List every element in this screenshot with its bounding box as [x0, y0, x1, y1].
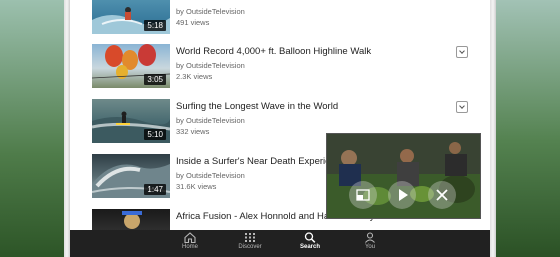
- duration-badge: 3:05: [144, 74, 166, 85]
- video-channel[interactable]: by OutsideTelevision: [176, 171, 245, 180]
- video-thumbnail[interactable]: 3:05: [92, 44, 170, 88]
- video-views: 332 views: [176, 127, 210, 136]
- thumbnail-art: [122, 211, 142, 229]
- chevron-down-icon[interactable]: [456, 101, 468, 113]
- background-right: [490, 0, 560, 257]
- expand-icon: [356, 189, 370, 201]
- nav-search-label: Search: [299, 244, 320, 250]
- video-thumbnail[interactable]: 5:18: [92, 0, 170, 34]
- mini-player[interactable]: [326, 133, 481, 219]
- duration-badge: 5:18: [144, 20, 166, 31]
- nav-search[interactable]: Search: [285, 232, 335, 257]
- video-channel[interactable]: by OutsideTelevision: [176, 116, 245, 125]
- video-title[interactable]: Surfing the Longest Wave in the World: [176, 101, 338, 112]
- duration-badge: 5:10: [144, 129, 166, 140]
- bottom-navigation: Home Discover Search You: [70, 230, 490, 257]
- video-thumbnail[interactable]: 1:47: [92, 154, 170, 198]
- play-icon: [399, 189, 408, 201]
- list-item[interactable]: 5:18 by OutsideTelevision 491 views: [92, 0, 482, 36]
- video-thumbnail[interactable]: 5:10: [92, 99, 170, 143]
- grid-icon: [245, 233, 255, 242]
- nav-discover[interactable]: Discover: [225, 232, 275, 257]
- nav-home-label: Home: [181, 244, 198, 250]
- duration-badge: 1:47: [144, 184, 166, 195]
- video-views: 2.3K views: [176, 72, 213, 81]
- background-left: [0, 0, 70, 257]
- video-views: 491 views: [176, 18, 210, 27]
- close-button[interactable]: [428, 181, 456, 209]
- close-icon: [436, 189, 448, 201]
- video-views: 31.6K views: [176, 182, 217, 191]
- nav-home[interactable]: Home: [165, 232, 215, 257]
- nav-discover-label: Discover: [238, 244, 262, 250]
- video-channel[interactable]: by OutsideTelevision: [176, 7, 245, 16]
- nav-you-label: You: [364, 244, 376, 250]
- chevron-down-icon[interactable]: [456, 46, 468, 58]
- nav-you[interactable]: You: [345, 232, 395, 257]
- search-icon: [304, 232, 316, 243]
- expand-button[interactable]: [349, 181, 377, 209]
- play-button[interactable]: [388, 181, 416, 209]
- video-channel[interactable]: by OutsideTelevision: [176, 61, 245, 70]
- tablet-bezel-right: [490, 0, 496, 257]
- video-title[interactable]: World Record 4,000+ ft. Balloon Highline…: [176, 46, 371, 57]
- list-item[interactable]: 3:05 World Record 4,000+ ft. Balloon Hig…: [92, 44, 482, 90]
- video-thumbnail[interactable]: [92, 209, 170, 230]
- video-title[interactable]: Inside a Surfer's Near Death Experience: [176, 156, 346, 167]
- home-icon: [184, 232, 196, 243]
- person-icon: [365, 232, 375, 243]
